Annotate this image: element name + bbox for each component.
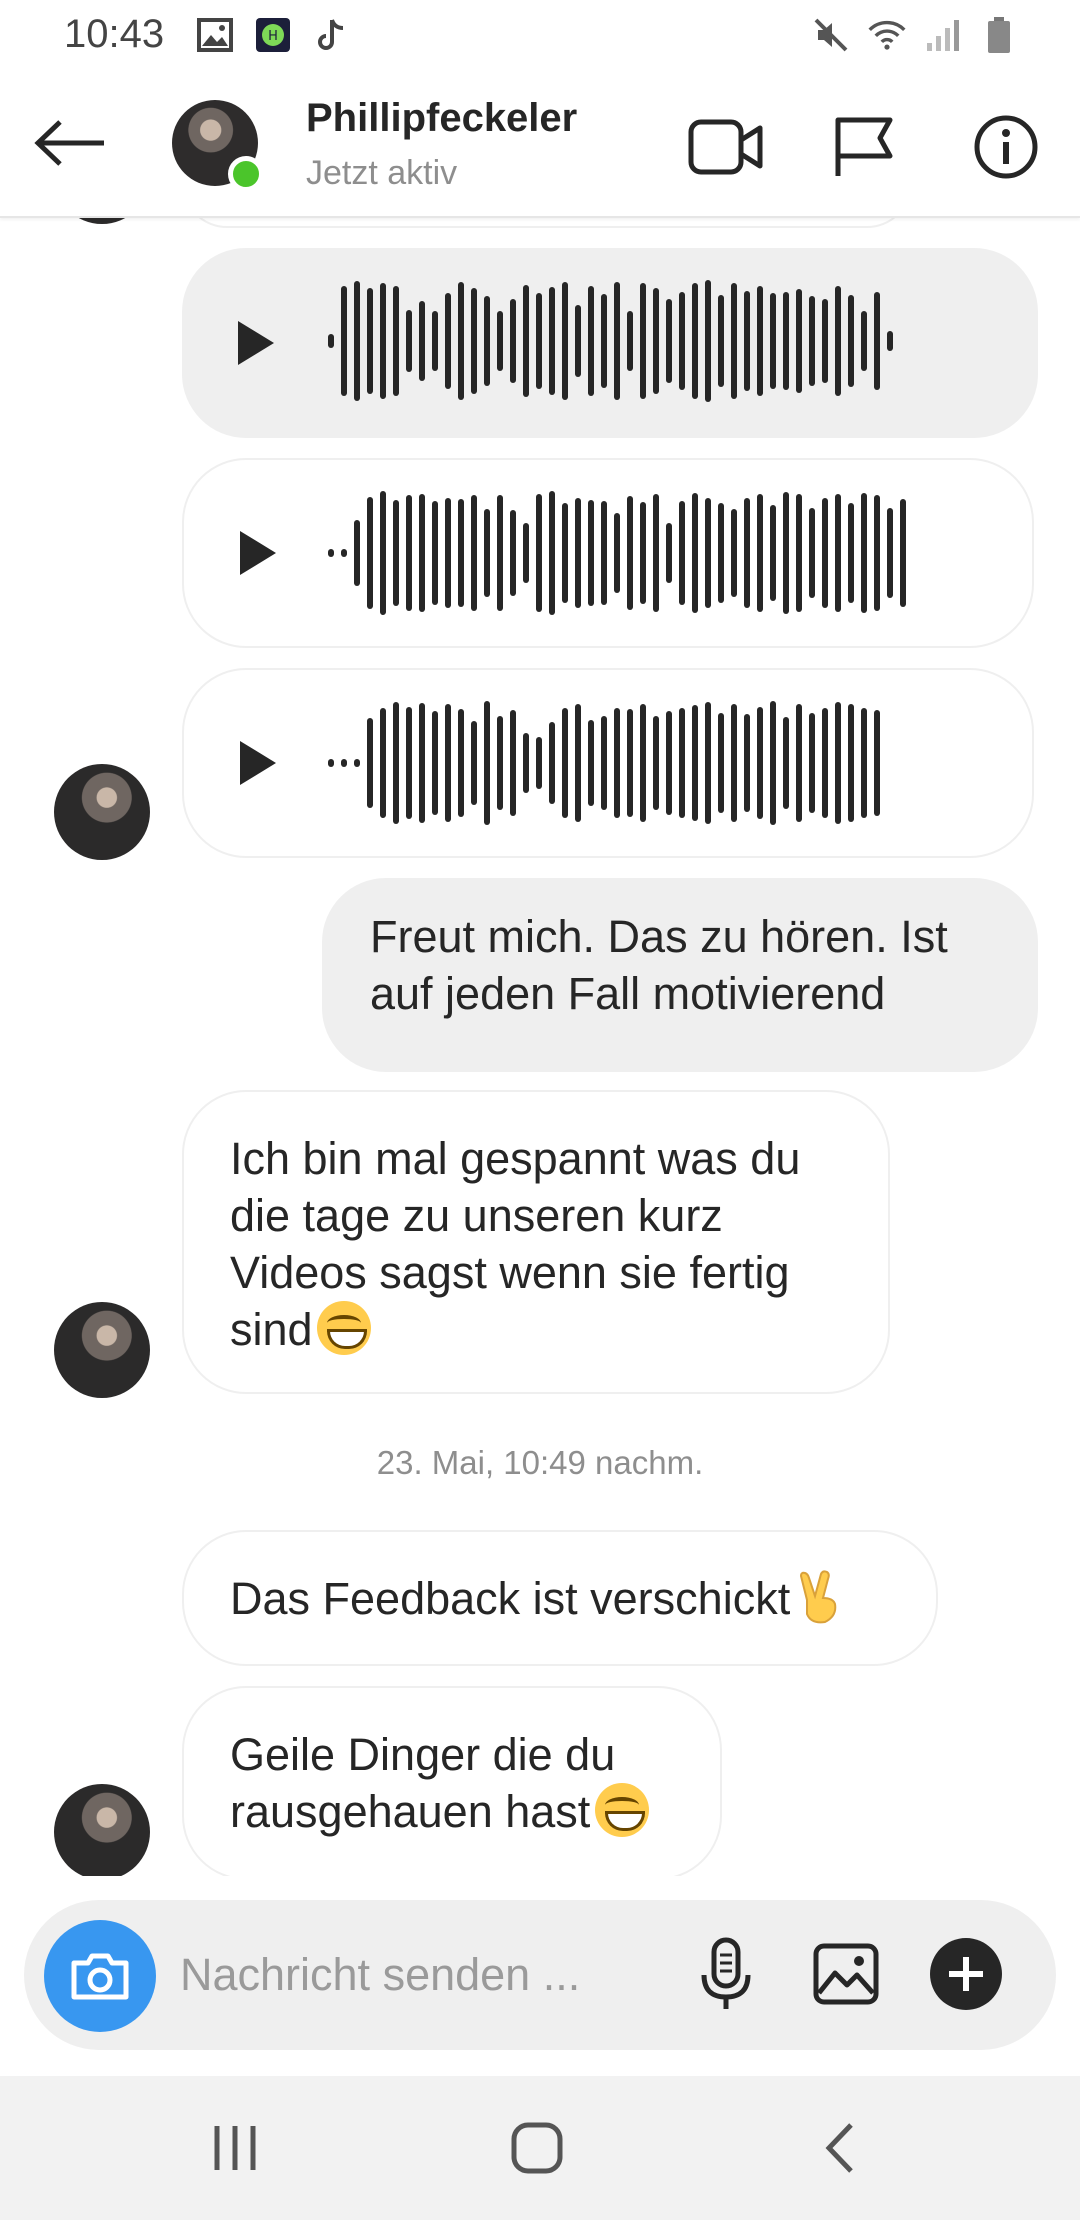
info-icon — [974, 115, 1038, 179]
grinning-emoji-icon — [594, 1783, 649, 1837]
voice-record-button[interactable] — [686, 1934, 766, 2014]
status-left-icons: H — [196, 16, 350, 54]
sender-avatar — [54, 764, 150, 860]
message-list[interactable]: Freut mich. Das zu hören. Ist auf jeden … — [0, 218, 1080, 1876]
play-icon[interactable] — [234, 318, 278, 368]
waveform[interactable] — [328, 698, 887, 828]
status-bar: 10:43 H — [0, 0, 1080, 72]
camera-icon — [71, 1953, 129, 2000]
tiktok-icon — [312, 16, 350, 54]
waveform[interactable] — [328, 488, 913, 618]
microphone-icon — [701, 1937, 751, 2009]
message-bubble-incoming[interactable]: Geile Dinger die du rausgehauen hast — [182, 1686, 722, 1876]
chevron-left-icon — [825, 2123, 853, 2173]
voice-message[interactable] — [182, 668, 1034, 858]
message-bubble-partial[interactable] — [182, 218, 912, 228]
image-icon — [196, 16, 234, 54]
status-right-icons — [812, 16, 1018, 54]
waveform[interactable] — [328, 276, 900, 406]
message-composer — [24, 1900, 1056, 2050]
status-time: 10:43 — [64, 12, 165, 56]
online-indicator — [228, 156, 264, 192]
contact-status: Jetzt aktiv — [306, 154, 458, 192]
voice-message[interactable] — [182, 458, 1034, 648]
back-arrow-icon — [34, 120, 104, 166]
video-call-icon — [688, 119, 763, 175]
victory-hand-emoji-icon — [795, 1570, 843, 1624]
sender-avatar — [54, 1302, 150, 1398]
signal-icon — [924, 16, 962, 54]
flag-button[interactable] — [824, 112, 904, 182]
mute-icon — [812, 16, 850, 54]
app-icon: H — [254, 16, 292, 54]
battery-icon — [980, 16, 1018, 54]
svg-text:H: H — [268, 29, 278, 44]
play-icon[interactable] — [236, 738, 280, 788]
back-button[interactable] — [30, 108, 110, 178]
message-text: Das Feedback ist verschickt — [230, 1573, 791, 1624]
home-icon — [511, 2122, 563, 2174]
recents-button[interactable] — [190, 2112, 280, 2184]
sender-avatar — [54, 1784, 150, 1876]
contact-avatar[interactable] — [172, 100, 264, 192]
more-options-button[interactable] — [926, 1934, 1006, 2014]
message-text: Ich bin mal gespannt was du die tage zu … — [230, 1133, 801, 1355]
message-bubble-incoming[interactable]: Das Feedback ist verschickt — [182, 1530, 938, 1666]
message-bubble-incoming[interactable]: Ich bin mal gespannt was du die tage zu … — [182, 1090, 890, 1394]
timestamp: 23. Mai, 10:49 nachm. — [376, 1444, 704, 1481]
message-bubble-outgoing[interactable]: Freut mich. Das zu hören. Ist auf jeden … — [322, 878, 1038, 1072]
gallery-icon — [813, 1943, 879, 2005]
system-nav-bar — [0, 2076, 1080, 2220]
plus-circle-icon — [930, 1938, 1002, 2010]
recents-icon — [214, 2126, 256, 2170]
sender-avatar — [54, 218, 150, 224]
nav-back-button[interactable] — [796, 2112, 886, 2184]
home-button[interactable] — [492, 2112, 582, 2184]
contact-name[interactable]: Phillipfeckeler — [306, 96, 577, 141]
voice-message[interactable] — [182, 248, 1038, 438]
message-input[interactable] — [180, 1940, 660, 2010]
message-text: Freut mich. Das zu hören. Ist auf jeden … — [370, 911, 948, 1019]
chat-header: Phillipfeckeler Jetzt aktiv — [0, 72, 1080, 218]
grinning-emoji-icon — [317, 1301, 372, 1355]
video-call-button[interactable] — [686, 112, 766, 182]
play-icon[interactable] — [236, 528, 280, 578]
message-text: Geile Dinger die du rausgehauen hast — [230, 1729, 616, 1837]
camera-button[interactable] — [44, 1920, 156, 2032]
info-button[interactable] — [966, 112, 1046, 182]
flag-icon — [835, 117, 893, 176]
wifi-icon — [868, 16, 906, 54]
gallery-button[interactable] — [806, 1934, 886, 2014]
